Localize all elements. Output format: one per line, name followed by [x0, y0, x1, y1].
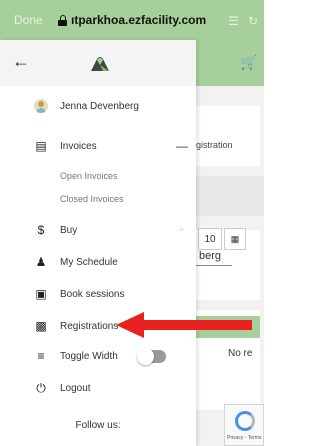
calendar-icon[interactable]: ▦	[224, 228, 246, 250]
brand-logo	[91, 57, 109, 71]
reader-view-icon[interactable]: ☰	[228, 14, 239, 28]
avatar	[34, 99, 48, 113]
date-input[interactable]: 10	[198, 228, 222, 250]
url-field[interactable]: ıtparkhoa.ezfacility.com	[71, 13, 206, 27]
drawer-header: ←	[0, 40, 196, 86]
person-icon: ♟	[35, 255, 47, 269]
submenu-label-open-invoices: Open Invoices	[60, 171, 118, 181]
submenu-label-closed-invoices: Closed Invoices	[60, 194, 124, 204]
done-button[interactable]: Done	[14, 13, 50, 27]
background-page: 🛒 gistration 10 ▦ berg DATE No re Privac…	[196, 40, 264, 446]
user-profile-item[interactable]: Jenna Devenberg	[0, 94, 196, 118]
menu-label-registrations: Registrations	[60, 320, 119, 332]
toggle-width-switch[interactable]	[137, 347, 166, 365]
back-arrow-icon[interactable]: ←	[12, 52, 30, 70]
navigation-drawer: ← Jenna Devenberg ▤ Invoices — Open Invo…	[0, 40, 196, 446]
menu-item-book-sessions[interactable]: ▣ Book sessions	[0, 282, 196, 306]
indent-icon: ≡	[37, 349, 45, 363]
browser-toolbar: Done ıtparkhoa.ezfacility.com ☰ ↻	[0, 0, 264, 40]
power-icon: ⏻	[36, 380, 46, 395]
expand-icon[interactable]: +	[178, 224, 184, 236]
menu-label-book-sessions: Book sessions	[60, 288, 125, 300]
member-name-field: berg	[199, 250, 222, 262]
reload-icon[interactable]: ↻	[248, 14, 258, 28]
menu-item-logout[interactable]: ⏻ Logout	[0, 376, 196, 400]
menu-item-buy[interactable]: $ Buy +	[0, 218, 196, 242]
registration-text: gistration	[196, 140, 233, 150]
field-underline	[196, 265, 232, 266]
submenu-item-open-invoices[interactable]: Open Invoices	[0, 164, 196, 188]
recaptcha-badge[interactable]: Privacy - Terms	[224, 404, 264, 446]
cart-icon[interactable]: 🛒	[240, 54, 257, 71]
menu-label-my-schedule: My Schedule	[60, 256, 118, 268]
follow-us-label: Follow us:	[75, 420, 121, 431]
menu-item-invoices[interactable]: ▤ Invoices —	[0, 134, 196, 158]
lock-icon	[58, 14, 67, 26]
submenu-item-closed-invoices[interactable]: Closed Invoices	[0, 187, 196, 211]
menu-label-buy: Buy	[60, 224, 78, 236]
recaptcha-icon	[235, 411, 255, 431]
collapse-icon[interactable]: —	[176, 139, 188, 153]
user-name: Jenna Devenberg	[60, 100, 139, 112]
dollar-icon: $	[37, 223, 45, 237]
menu-label-toggle-width: Toggle Width	[60, 350, 118, 362]
menu-item-my-schedule[interactable]: ♟ My Schedule	[0, 250, 196, 274]
no-results-text: No re	[228, 348, 253, 359]
book-icon: ▣	[35, 287, 47, 301]
invoice-icon: ▤	[35, 139, 47, 153]
clipboard-icon: ▩	[35, 319, 47, 333]
grey-band	[196, 176, 264, 216]
menu-label-logout: Logout	[60, 382, 91, 394]
annotation-arrow	[116, 312, 252, 338]
registration-card	[196, 106, 260, 166]
recaptcha-terms[interactable]: Privacy - Terms	[227, 435, 261, 441]
menu-item-toggle-width[interactable]: ≡ Toggle Width	[0, 344, 196, 368]
menu-label-invoices: Invoices	[60, 140, 97, 152]
